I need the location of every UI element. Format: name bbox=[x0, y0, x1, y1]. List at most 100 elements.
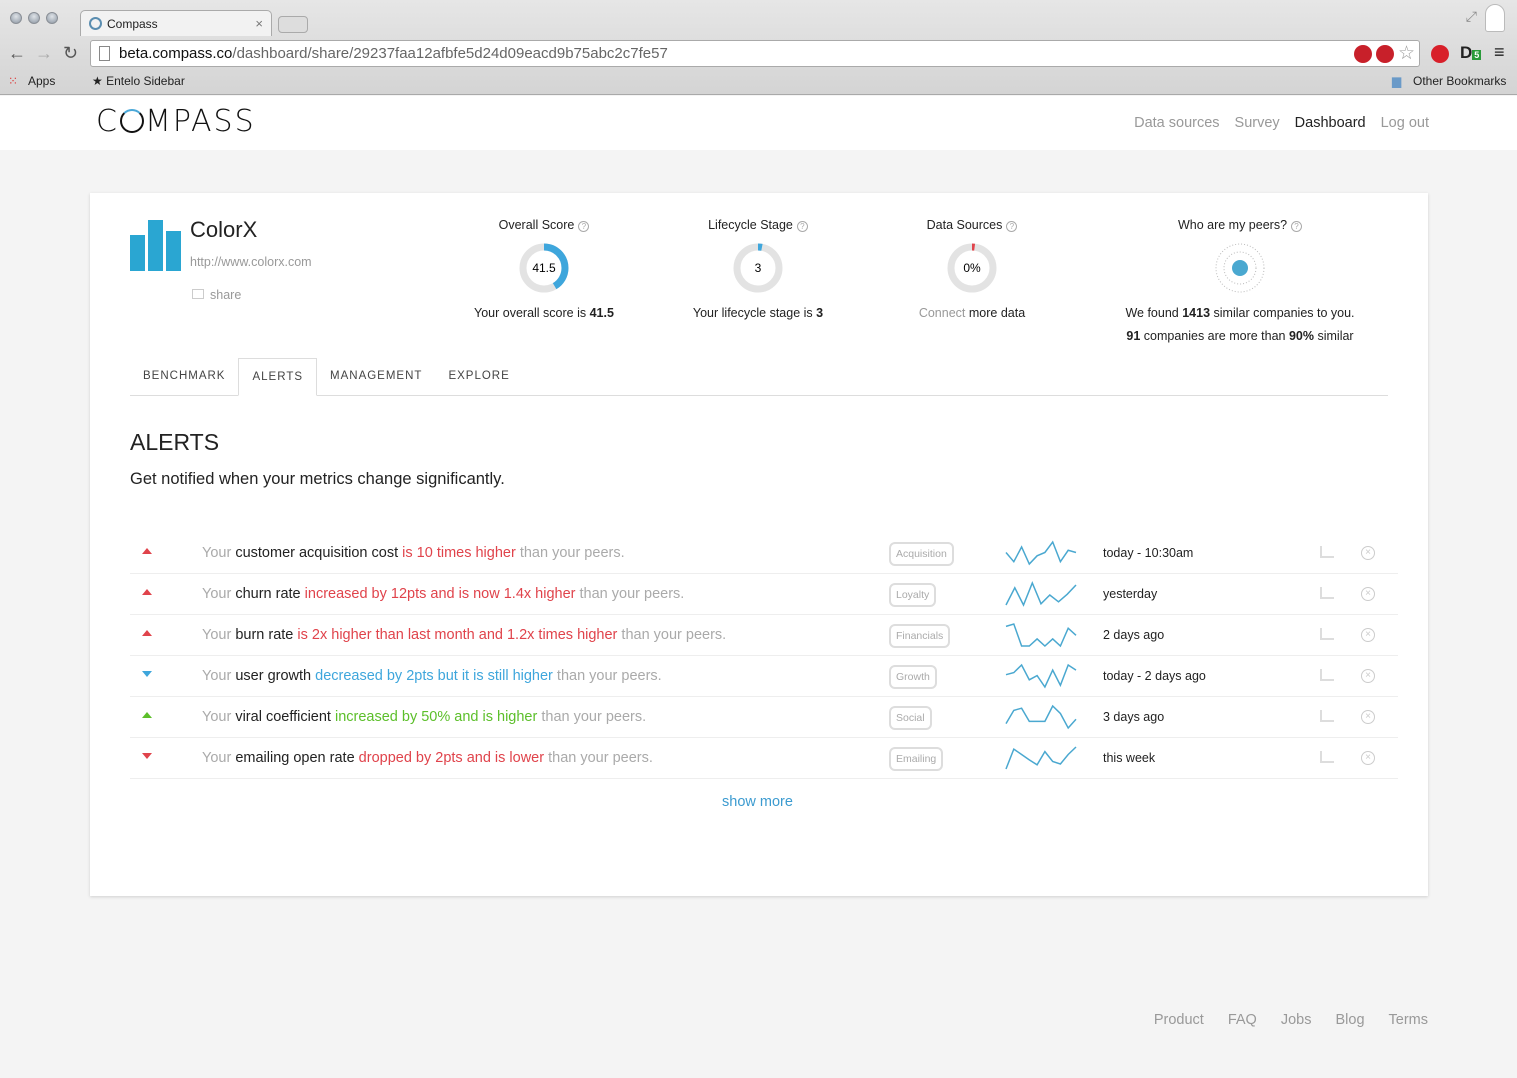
share-icon[interactable] bbox=[1320, 628, 1334, 640]
help-icon[interactable]: ? bbox=[796, 221, 808, 232]
tab-explore[interactable]: EXPLORE bbox=[435, 358, 522, 396]
connect-link[interactable]: Connect bbox=[919, 306, 966, 320]
sparkline bbox=[1005, 704, 1077, 730]
folder-icon: ▆ bbox=[1392, 74, 1402, 88]
company-url[interactable]: http://www.colorx.com bbox=[190, 255, 312, 269]
url-path: /dashboard/share/29237faa12afbfe5d24d09e… bbox=[232, 45, 668, 62]
tab-management[interactable]: MANAGEMENT bbox=[317, 358, 435, 396]
show-more-link[interactable]: show more bbox=[722, 794, 793, 810]
sparkline bbox=[1005, 663, 1077, 689]
alert-message: Your user growth decreased by 2pts but i… bbox=[202, 668, 662, 684]
reload-icon[interactable]: ↻ bbox=[63, 43, 78, 64]
d-extension-icon[interactable]: D5 bbox=[1460, 43, 1482, 63]
alert-change: decreased by 2pts but it is still higher bbox=[315, 668, 553, 684]
share-icon[interactable] bbox=[1320, 587, 1334, 599]
dismiss-icon[interactable]: × bbox=[1361, 587, 1375, 601]
category-tag[interactable]: Financials bbox=[889, 624, 951, 648]
profile-icon[interactable] bbox=[1485, 4, 1505, 32]
share-icon[interactable] bbox=[1320, 546, 1334, 558]
footer-faq[interactable]: FAQ bbox=[1228, 1012, 1257, 1028]
bookmark-apps[interactable]: Apps bbox=[28, 74, 55, 88]
footer-blog[interactable]: Blog bbox=[1335, 1012, 1364, 1028]
company-logo bbox=[130, 220, 181, 271]
alert-suffix: than your peers. bbox=[617, 627, 727, 643]
alert-message: Your burn rate is 2x higher than last mo… bbox=[202, 627, 726, 643]
alert-metric: user growth bbox=[235, 668, 312, 684]
adblock-extension-icon[interactable] bbox=[1376, 45, 1394, 63]
data-sources: Data Sources? 0% Connect more data bbox=[862, 218, 1082, 325]
bookmark-entelo[interactable]: ★ Entelo Sidebar bbox=[92, 74, 185, 88]
alert-row: Your emailing open rate dropped by 2pts … bbox=[130, 738, 1398, 779]
alert-row: Your burn rate is 2x higher than last mo… bbox=[130, 615, 1398, 656]
url-host: beta.compass.co bbox=[119, 45, 233, 62]
compass-logo[interactable]: C MPASS bbox=[96, 104, 256, 139]
bookmark-star-icon[interactable]: ☆ bbox=[1398, 42, 1415, 65]
minimize-window-button[interactable] bbox=[28, 12, 40, 24]
sparkline bbox=[1005, 581, 1077, 607]
sparkline-path bbox=[1005, 581, 1077, 607]
alert-time: this week bbox=[1103, 751, 1156, 765]
share-icon[interactable] bbox=[1320, 751, 1334, 763]
alert-message: Your emailing open rate dropped by 2pts … bbox=[202, 750, 653, 766]
footer-terms[interactable]: Terms bbox=[1389, 1012, 1428, 1028]
new-tab-button[interactable] bbox=[278, 16, 308, 33]
sparkline-path bbox=[1005, 663, 1077, 689]
peer-count: 1413 bbox=[1182, 306, 1211, 320]
alert-row: Your customer acquisition cost is 10 tim… bbox=[130, 533, 1398, 574]
company-name: ColorX bbox=[190, 217, 258, 242]
help-icon[interactable]: ? bbox=[1006, 221, 1018, 232]
dismiss-icon[interactable]: × bbox=[1361, 710, 1375, 724]
zoom-window-button[interactable] bbox=[46, 12, 58, 24]
overall-score: Overall Score? 41.5 Your overall score i… bbox=[434, 218, 654, 325]
dismiss-icon[interactable]: × bbox=[1361, 669, 1375, 683]
nav-dashboard[interactable]: Dashboard bbox=[1295, 115, 1366, 131]
dismiss-icon[interactable]: × bbox=[1361, 628, 1375, 642]
fullscreen-icon[interactable]: ⤢ bbox=[1466, 8, 1477, 25]
close-window-button[interactable] bbox=[10, 12, 22, 24]
forward-icon[interactable]: → bbox=[35, 43, 53, 64]
tab-title: Compass bbox=[107, 17, 158, 31]
category-tag[interactable]: Growth bbox=[889, 665, 937, 689]
address-bar[interactable]: beta.compass.co/dashboard/share/29237faa… bbox=[90, 40, 1420, 67]
blocker-extension-icon[interactable] bbox=[1354, 45, 1372, 63]
help-icon[interactable]: ? bbox=[578, 221, 590, 232]
caption: companies are more than bbox=[1140, 329, 1289, 343]
window-controls[interactable] bbox=[10, 12, 58, 24]
back-icon[interactable]: ← bbox=[8, 43, 26, 64]
stop-extension-icon[interactable] bbox=[1431, 45, 1449, 63]
browser-tab[interactable]: Compass × bbox=[80, 10, 272, 36]
alert-change: increased by 12pts and is now 1.4x highe… bbox=[304, 586, 576, 602]
alert-change: increased by 50% and is higher bbox=[335, 709, 538, 725]
other-bookmarks[interactable]: Other Bookmarks bbox=[1413, 74, 1506, 88]
share-icon[interactable] bbox=[1320, 669, 1334, 681]
alert-prefix: Your bbox=[202, 668, 236, 684]
dismiss-icon[interactable]: × bbox=[1361, 751, 1375, 765]
category-tag[interactable]: Loyalty bbox=[889, 583, 937, 607]
tab-benchmark[interactable]: BENCHMARK bbox=[130, 358, 238, 396]
share-icon[interactable] bbox=[1320, 710, 1334, 722]
footer-product[interactable]: Product bbox=[1154, 1012, 1204, 1028]
donut-value: 0% bbox=[963, 261, 981, 275]
help-icon[interactable]: ? bbox=[1291, 221, 1303, 232]
site-header: C MPASS Data sources Survey Dashboard Log… bbox=[0, 96, 1517, 150]
dismiss-icon[interactable]: × bbox=[1361, 546, 1375, 560]
nav-log-out[interactable]: Log out bbox=[1381, 115, 1429, 131]
category-tag[interactable]: Acquisition bbox=[889, 542, 954, 566]
sparkline-path bbox=[1005, 540, 1077, 566]
category-tag[interactable]: Social bbox=[889, 706, 932, 730]
compass-favicon-icon bbox=[89, 17, 102, 30]
caption: similar companies to you. bbox=[1210, 306, 1355, 320]
caption: similar bbox=[1314, 329, 1354, 343]
peers: Who are my peers?? We found 1413 similar… bbox=[1090, 218, 1390, 348]
alert-metric: burn rate bbox=[235, 627, 294, 643]
nav-data-sources[interactable]: Data sources bbox=[1134, 115, 1219, 131]
tab-alerts[interactable]: ALERTS bbox=[238, 358, 318, 396]
nav-survey[interactable]: Survey bbox=[1235, 115, 1280, 131]
category-tag[interactable]: Emailing bbox=[889, 747, 944, 771]
footer-jobs[interactable]: Jobs bbox=[1281, 1012, 1312, 1028]
alert-message: Your churn rate increased by 12pts and i… bbox=[202, 586, 684, 602]
alert-metric: customer acquisition cost bbox=[235, 545, 399, 561]
close-tab-icon[interactable]: × bbox=[255, 16, 263, 31]
share-link[interactable]: share bbox=[192, 288, 241, 302]
menu-icon[interactable]: ≡ bbox=[1494, 42, 1505, 63]
